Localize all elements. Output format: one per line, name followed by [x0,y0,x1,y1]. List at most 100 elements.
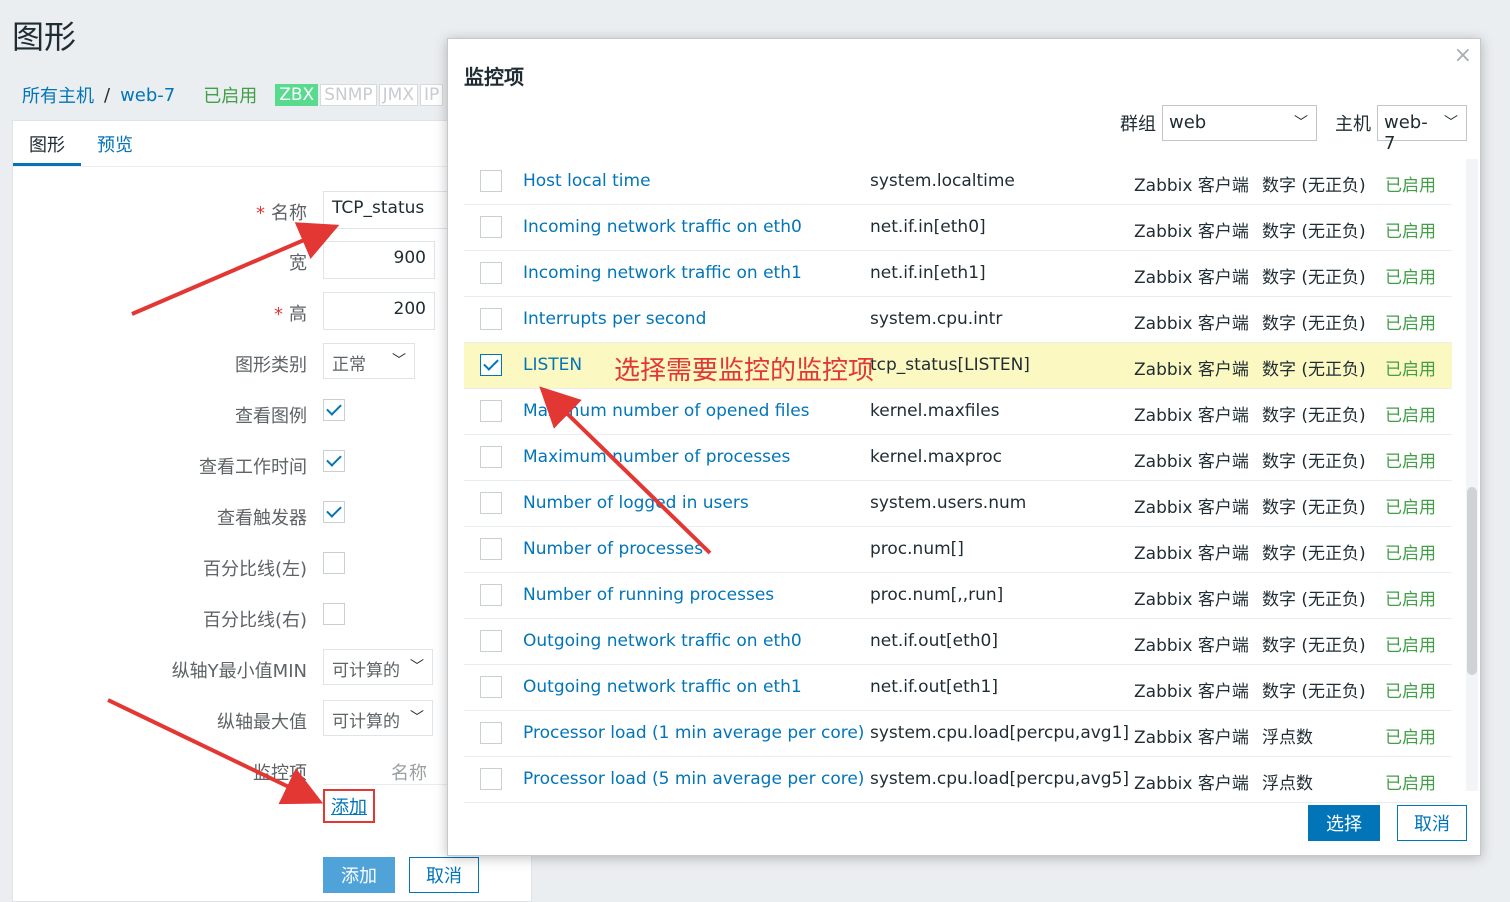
item-value-type: 数字 (无正负) [1262,682,1366,702]
table-row[interactable]: Outgoing network traffic on eth0 net.if.o… [464,619,1452,665]
item-name-link[interactable]: LISTEN [523,355,582,375]
table-row[interactable]: LISTEN tcp_status[LISTEN] Zabbix 客户端 数字 (无正… [464,343,1452,389]
host-label: 主机 [1335,114,1371,135]
page-title: 图形 [12,18,77,56]
table-row[interactable]: Host local time system.localtime Zabbix 客户… [464,159,1452,205]
item-status: 已启用 [1385,636,1436,656]
triggers-checkbox[interactable] [323,501,345,523]
row-checkbox[interactable] [480,308,502,330]
row-checkbox[interactable] [480,446,502,468]
item-name-link[interactable]: Processor load (5 min average per core) [523,769,864,789]
item-value-type: 数字 (无正负) [1262,314,1366,334]
row-checkbox[interactable] [480,538,502,560]
item-value-type: 数字 (无正负) [1262,590,1366,610]
table-row[interactable]: Maximum number of processes kernel.maxpro… [464,435,1452,481]
table-row[interactable]: Interrupts per second system.cpu.intr Zabb… [464,297,1452,343]
item-type: Zabbix 客户端 [1134,314,1249,334]
item-type: Zabbix 客户端 [1134,360,1249,380]
item-name-link[interactable]: Processor load (1 min average per core) [523,723,864,743]
table-row[interactable]: Incoming network traffic on eth1 net.if.i… [464,251,1452,297]
item-name-link[interactable]: Number of running processes [523,585,774,605]
scrollbar-thumb[interactable] [1467,487,1477,675]
breadcrumb: 所有主机 / web-7 已启用 ZBX SNMP JMX IP [22,82,444,108]
item-status: 已启用 [1385,452,1436,472]
y-min-select[interactable]: 可计算的 ﹀ [323,649,433,685]
item-status: 已启用 [1385,728,1436,748]
y-max-select[interactable]: 可计算的 ﹀ [323,700,433,736]
host-status[interactable]: 已启用 [203,82,257,108]
table-row[interactable]: Maximum number of opened files kernel.max… [464,389,1452,435]
item-type: Zabbix 客户端 [1134,452,1249,472]
table-row[interactable]: Number of running processes proc.num[,,ru… [464,573,1452,619]
item-name-link[interactable]: Number of processes [523,539,703,559]
items-list: Host local time system.localtime Zabbix 客户… [464,159,1452,803]
protocol-badge-zbx: ZBX [275,84,319,106]
breadcrumb-all-hosts[interactable]: 所有主机 [22,82,94,108]
row-checkbox[interactable] [480,676,502,698]
row-checkbox[interactable] [480,354,502,376]
tab-graph[interactable]: 图形 [13,121,81,166]
row-checkbox[interactable] [480,262,502,284]
row-checkbox[interactable] [480,722,502,744]
group-select[interactable]: web ﹀ [1162,105,1317,141]
height-input[interactable]: 200 [323,292,435,330]
name-label: * 名称 [256,203,307,224]
working-time-checkbox[interactable] [323,450,345,472]
table-row[interactable]: Number of logged in users system.users.nu… [464,481,1452,527]
row-checkbox[interactable] [480,216,502,238]
item-status: 已启用 [1385,590,1436,610]
item-name-link[interactable]: Outgoing network traffic on eth1 [523,677,802,697]
item-type: Zabbix 客户端 [1134,636,1249,656]
item-name-link[interactable]: Incoming network traffic on eth0 [523,217,802,237]
table-row[interactable]: Outgoing network traffic on eth1 net.if.o… [464,665,1452,711]
table-row[interactable]: Number of processes proc.num[] Zabbix 客户端数… [464,527,1452,573]
width-input[interactable]: 900 [323,241,435,279]
item-name-link[interactable]: Number of logged in users [523,493,749,513]
row-checkbox[interactable] [480,630,502,652]
show-legend-checkbox[interactable] [323,399,345,421]
item-name-link[interactable]: Maximum number of opened files [523,401,810,421]
close-icon[interactable]: × [1454,43,1472,68]
group-filter: 群组 web ﹀ [1120,105,1317,141]
item-name-link[interactable]: Outgoing network traffic on eth0 [523,631,802,651]
add-item-link[interactable]: 添加 [323,789,375,823]
add-button[interactable]: 添加 [323,857,395,893]
row-checkbox[interactable] [480,400,502,422]
row-checkbox[interactable] [480,584,502,606]
breadcrumb-host[interactable]: web-7 [120,85,175,106]
table-row[interactable]: Incoming network traffic on eth0 net.if.i… [464,205,1452,251]
item-name-link[interactable]: Maximum number of processes [523,447,790,467]
item-type: Zabbix 客户端 [1134,406,1249,426]
item-type: Zabbix 客户端 [1134,682,1249,702]
row-checkbox[interactable] [480,768,502,790]
table-row[interactable]: Processor load (1 min average per core) s… [464,711,1452,757]
select-button[interactable]: 选择 [1308,805,1380,841]
tab-preview[interactable]: 预览 [81,121,149,166]
y-max-label: 纵轴最大值 [217,712,307,733]
row-checkbox[interactable] [480,170,502,192]
item-key: system.cpu.load[percpu,avg5] [870,769,1130,789]
show-legend-label: 查看图例 [235,406,307,427]
host-select[interactable]: web-7 ﹀ [1377,105,1467,154]
protocol-badge-ipmi: IP [419,84,444,106]
item-status: 已启用 [1385,498,1436,518]
cancel-button[interactable]: 取消 [409,857,479,893]
item-type: Zabbix 客户端 [1134,176,1249,196]
item-type: Zabbix 客户端 [1134,774,1249,794]
item-key: proc.num[,,run] [870,585,1004,605]
percentile-right-checkbox[interactable] [323,603,345,625]
item-value-type: 数字 (无正负) [1262,222,1366,242]
item-name-link[interactable]: Incoming network traffic on eth1 [523,263,802,283]
working-time-label: 查看工作时间 [199,457,307,478]
list-scrollbar[interactable] [1466,159,1478,791]
item-status: 已启用 [1385,544,1436,564]
width-label: 宽 [289,253,307,274]
item-value-type: 数字 (无正负) [1262,360,1366,380]
percentile-left-checkbox[interactable] [323,552,345,574]
row-checkbox[interactable] [480,492,502,514]
graph-type-select[interactable]: 正常 ﹀ [323,343,415,379]
modal-cancel-button[interactable]: 取消 [1397,805,1467,841]
item-name-link[interactable]: Interrupts per second [523,309,706,329]
table-row[interactable]: Processor load (5 min average per core) s… [464,757,1452,803]
item-name-link[interactable]: Host local time [523,171,651,191]
